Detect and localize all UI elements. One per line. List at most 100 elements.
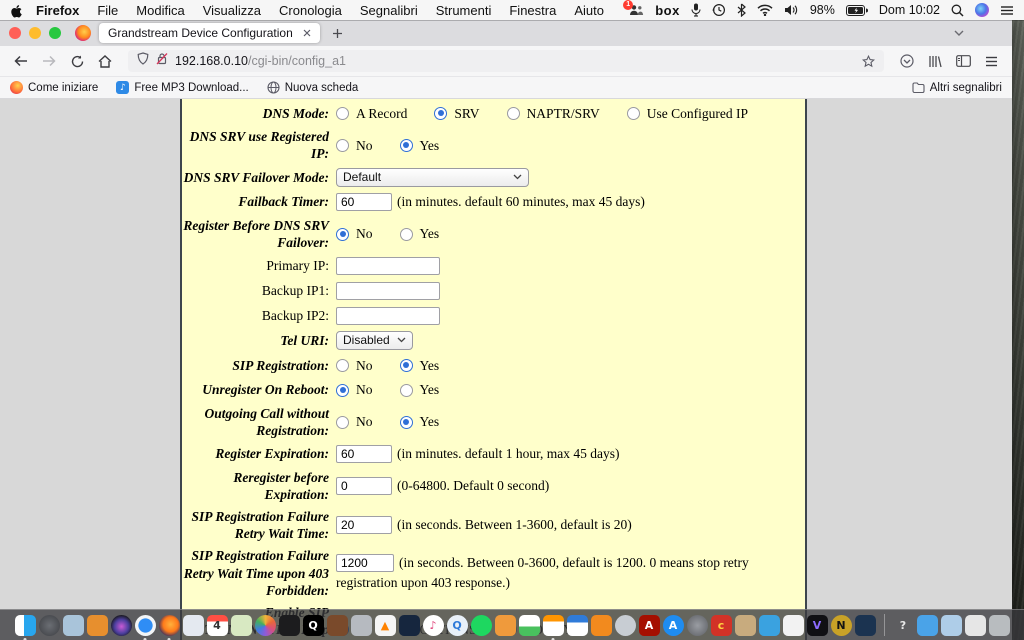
pocket-icon[interactable] bbox=[894, 49, 920, 73]
input-backup-ip2[interactable] bbox=[336, 307, 440, 325]
dock-app-shopping-bag[interactable] bbox=[735, 615, 756, 636]
dock-app-quicktime[interactable]: Q bbox=[447, 615, 468, 636]
dock-app-acrobat[interactable]: A bbox=[639, 615, 660, 636]
tracking-shield-icon[interactable] bbox=[137, 52, 149, 70]
dock-app-v-app[interactable]: V bbox=[807, 615, 828, 636]
notification-center-icon[interactable] bbox=[1000, 5, 1014, 16]
firefox-pinned-tab-icon[interactable] bbox=[75, 25, 91, 41]
input-register-expiration[interactable] bbox=[336, 445, 392, 463]
dock-app-spotify[interactable] bbox=[471, 615, 492, 636]
dock-app-maps[interactable] bbox=[231, 615, 252, 636]
menu-modifica[interactable]: Modifica bbox=[136, 3, 184, 18]
tab-close-icon[interactable] bbox=[303, 29, 311, 37]
dock-app-siri[interactable] bbox=[111, 615, 132, 636]
bookmark-star-icon[interactable] bbox=[862, 55, 875, 68]
menu-strumenti[interactable]: Strumenti bbox=[436, 3, 492, 18]
dock-app-grapher[interactable] bbox=[615, 615, 636, 636]
dock-app-dots-game[interactable] bbox=[783, 615, 804, 636]
dock-app-documents-folder[interactable] bbox=[941, 615, 962, 636]
radio-dns-mode-use-configured-ip[interactable]: Use Configured IP bbox=[627, 105, 748, 123]
dock-app-mail[interactable] bbox=[63, 615, 84, 636]
input-primary-ip[interactable] bbox=[336, 257, 440, 275]
dock-app-garageband[interactable] bbox=[327, 615, 348, 636]
dock-app-qmidi[interactable]: Q bbox=[303, 615, 324, 636]
dock-app-books[interactable] bbox=[591, 615, 612, 636]
dock-app-vlc[interactable]: ▲ bbox=[375, 615, 396, 636]
radio-sip-registration-no[interactable]: No bbox=[336, 357, 373, 375]
library-icon[interactable] bbox=[922, 49, 948, 73]
radio-dns-mode-a-record[interactable]: A Record bbox=[336, 105, 407, 123]
radio-unchecked-icon[interactable] bbox=[336, 107, 349, 120]
tab-list-chevron-icon[interactable] bbox=[953, 29, 965, 37]
tab-grandstream-device-configuration[interactable]: Grandstream Device Configuration bbox=[99, 23, 320, 43]
url-bar[interactable]: 192.168.0.10/cgi-bin/config_a1 bbox=[128, 50, 884, 72]
input-failback-timer[interactable] bbox=[336, 193, 392, 211]
radio-checked-icon[interactable] bbox=[400, 139, 413, 152]
new-tab-button[interactable] bbox=[332, 28, 343, 39]
radio-unchecked-icon[interactable] bbox=[627, 107, 640, 120]
dock-app-orange-app[interactable] bbox=[495, 615, 516, 636]
radio-unchecked-icon[interactable] bbox=[336, 416, 349, 429]
menu-firefox[interactable]: Firefox bbox=[36, 3, 79, 18]
radio-sip-registration-yes[interactable]: Yes bbox=[400, 357, 440, 375]
radio-unregister-on-reboot-no[interactable]: No bbox=[336, 381, 373, 399]
dock-app-downloads-folder[interactable] bbox=[917, 615, 938, 636]
menu-clock[interactable]: Dom 10:02 bbox=[879, 3, 940, 17]
input-sip-registration-failure-retry-wait-time[interactable] bbox=[336, 554, 394, 572]
dock-app-safari[interactable] bbox=[135, 615, 156, 636]
menu-segnalibri[interactable]: Segnalibri bbox=[360, 3, 418, 18]
dock-app-photos[interactable] bbox=[255, 615, 276, 636]
dock-app-ccleaner[interactable]: c bbox=[711, 615, 732, 636]
siri-icon[interactable] bbox=[975, 3, 989, 17]
user-app-status-icon[interactable]: 1 bbox=[629, 4, 644, 16]
radio-checked-icon[interactable] bbox=[434, 107, 447, 120]
dock-app-midi-player[interactable] bbox=[279, 615, 300, 636]
radio-dns-srv-use-registered-ip-yes[interactable]: Yes bbox=[400, 137, 440, 155]
reload-button[interactable] bbox=[64, 49, 90, 73]
menu-aiuto[interactable]: Aiuto bbox=[574, 3, 604, 18]
bookmark-free-mp3-download[interactable]: ♪Free MP3 Download... bbox=[116, 81, 248, 94]
radio-register-before-dns-srv-failover-no[interactable]: No bbox=[336, 225, 373, 243]
sidebar-toggle-icon[interactable] bbox=[950, 49, 976, 73]
dock-app-pages[interactable] bbox=[543, 615, 564, 636]
time-machine-icon[interactable] bbox=[712, 3, 726, 17]
input-sip-registration-failure-retry-wait-time[interactable] bbox=[336, 516, 392, 534]
wifi-icon[interactable] bbox=[757, 4, 773, 16]
insecure-lock-icon[interactable] bbox=[156, 52, 168, 70]
close-window-button[interactable] bbox=[9, 27, 21, 39]
box-menu-icon[interactable]: box bbox=[655, 3, 680, 18]
other-bookmarks-button[interactable]: Altri segnalibri bbox=[912, 82, 1002, 94]
zoom-window-button[interactable] bbox=[49, 27, 61, 39]
menu-visualizza[interactable]: Visualizza bbox=[203, 3, 261, 18]
dock-app-numbers[interactable] bbox=[519, 615, 540, 636]
radio-unchecked-icon[interactable] bbox=[336, 139, 349, 152]
radio-outgoing-call-without-registration-no[interactable]: No bbox=[336, 413, 373, 431]
volume-icon[interactable] bbox=[784, 4, 799, 16]
radio-checked-icon[interactable] bbox=[400, 359, 413, 372]
dock-app-trash[interactable] bbox=[989, 615, 1010, 636]
select-dns-srv-failover-mode[interactable]: Default bbox=[336, 168, 529, 187]
bookmark-come-iniziare[interactable]: Come iniziare bbox=[10, 81, 98, 94]
input-reregister-before-expiration[interactable] bbox=[336, 477, 392, 495]
dock-app-utility[interactable] bbox=[351, 615, 372, 636]
apple-menu-icon[interactable] bbox=[10, 3, 23, 18]
radio-unchecked-icon[interactable] bbox=[400, 228, 413, 241]
menu-cronologia[interactable]: Cronologia bbox=[279, 3, 342, 18]
minimize-window-button[interactable] bbox=[29, 27, 41, 39]
dock-app-keynote[interactable] bbox=[567, 615, 588, 636]
dock-app-missing-app[interactable]: ? bbox=[893, 615, 914, 636]
dock-app-document-stack[interactable] bbox=[965, 615, 986, 636]
microphone-icon[interactable] bbox=[691, 3, 701, 17]
spotlight-search-icon[interactable] bbox=[951, 4, 964, 17]
forward-button[interactable] bbox=[36, 49, 62, 73]
dock-app-scale[interactable] bbox=[759, 615, 780, 636]
radio-register-before-dns-srv-failover-yes[interactable]: Yes bbox=[400, 225, 440, 243]
dock-app-launchpad[interactable] bbox=[39, 615, 60, 636]
dock-app-n-app[interactable]: N bbox=[831, 615, 852, 636]
hamburger-menu-icon[interactable] bbox=[978, 49, 1004, 73]
dock-app-notes[interactable] bbox=[87, 615, 108, 636]
dock-app-itunes[interactable]: ♪ bbox=[423, 615, 444, 636]
dock-app-preview[interactable] bbox=[183, 615, 204, 636]
radio-checked-icon[interactable] bbox=[400, 416, 413, 429]
dock-app-app-store[interactable]: A bbox=[663, 615, 684, 636]
